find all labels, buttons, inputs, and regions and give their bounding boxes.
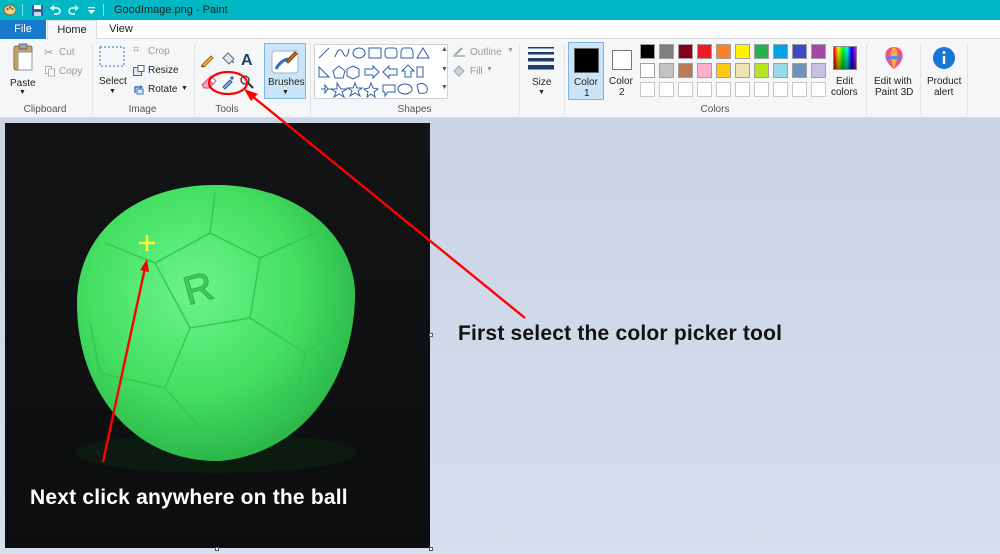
arrow-to-color-picker	[251, 95, 526, 319]
arrowhead-icon	[140, 259, 149, 272]
highlight-circle	[207, 70, 249, 96]
annotation-next-step: Next click anywhere on the ball	[30, 486, 348, 509]
annotation-overlay	[101, 70, 526, 463]
arrow-to-ball	[101, 267, 147, 463]
annotation-first-step: First select the color picker tool	[458, 322, 783, 345]
